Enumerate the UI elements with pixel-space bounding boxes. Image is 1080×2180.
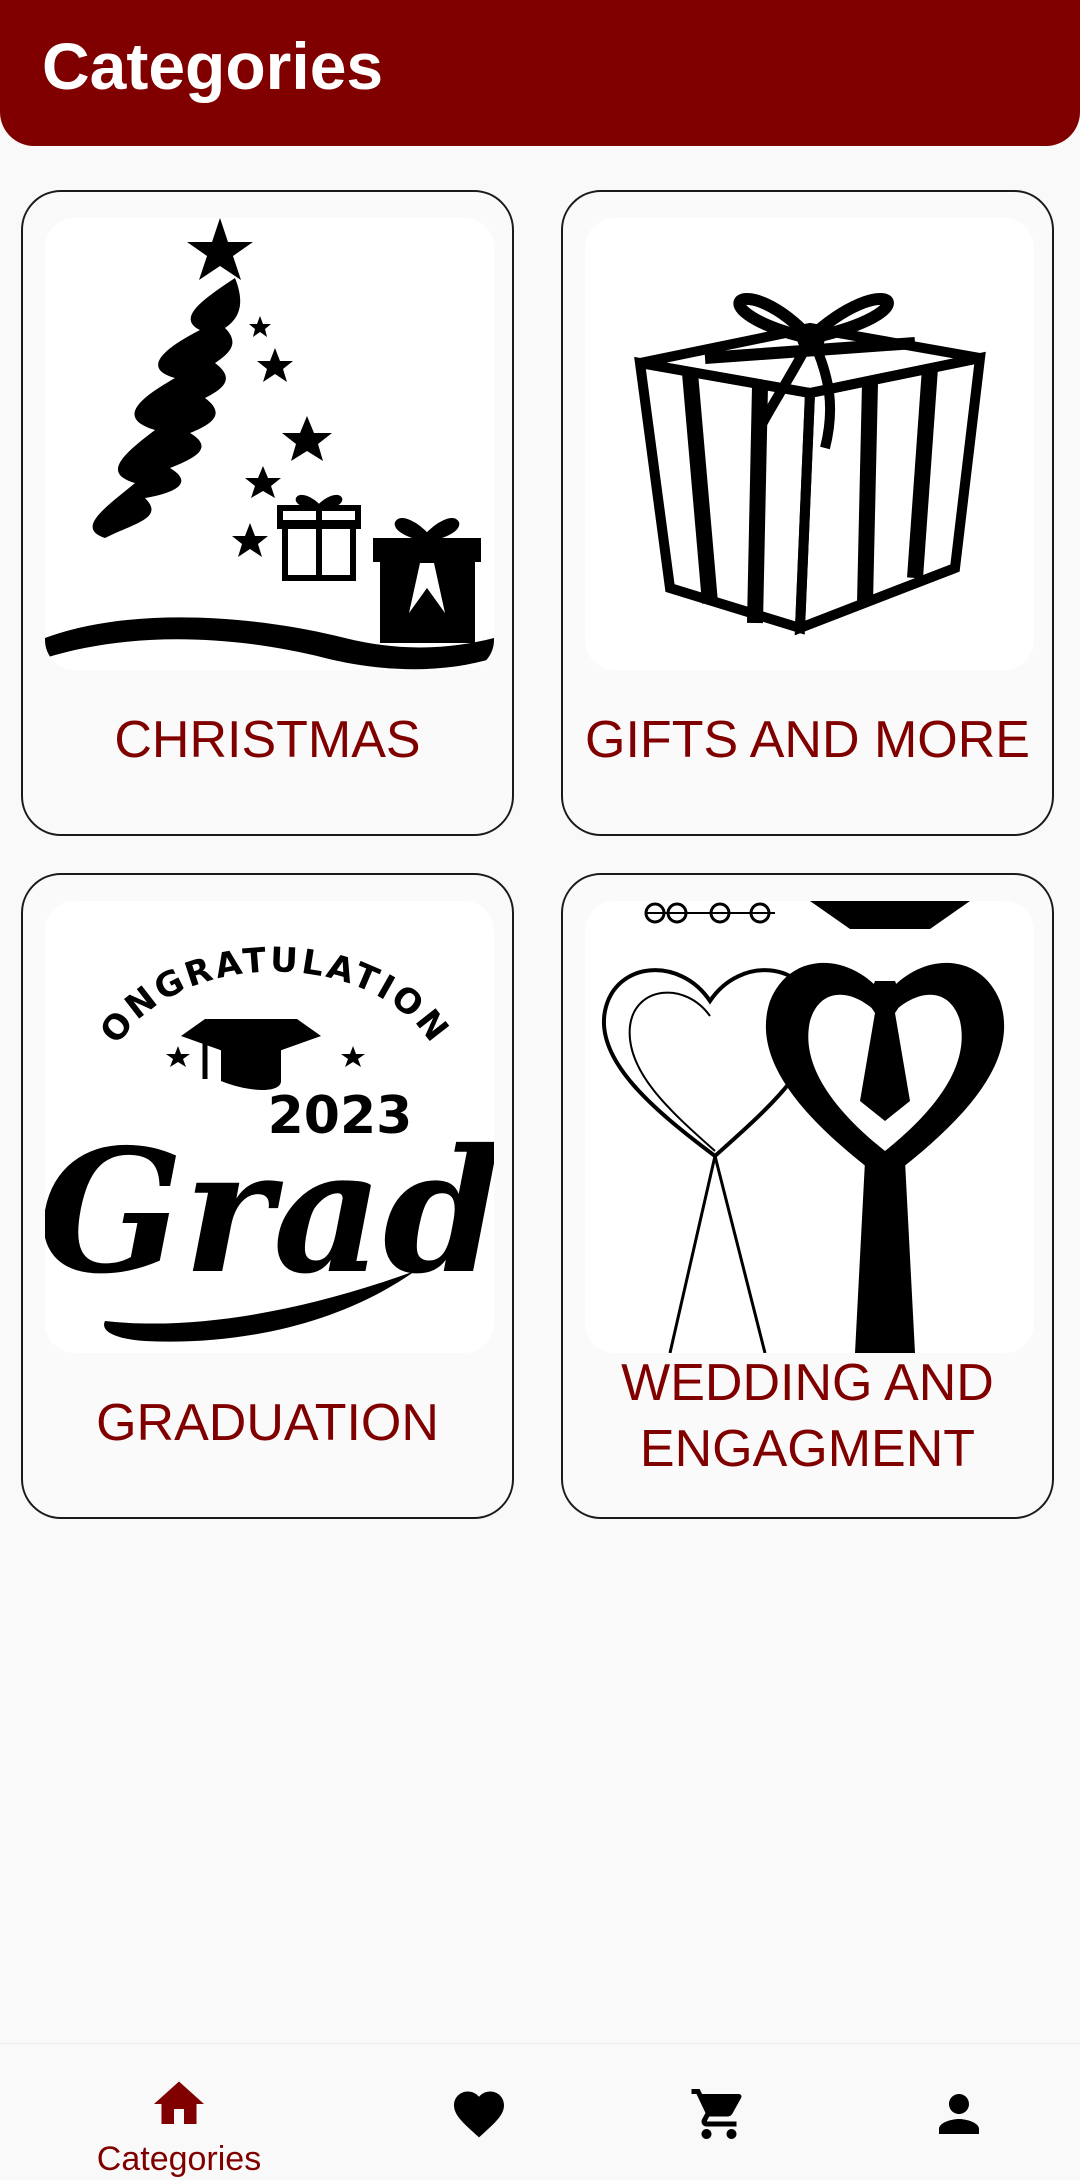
category-label-line2: ENGAGMENT xyxy=(639,1420,976,1478)
christmas-tree-icon xyxy=(45,218,494,670)
nav-item-profile[interactable] xyxy=(824,2044,1080,2180)
category-label: CHRISTMAS xyxy=(114,711,421,769)
bottom-navigation: Categories xyxy=(0,2043,1080,2180)
nav-item-categories[interactable]: Categories xyxy=(44,2044,314,2180)
app-bar: Categories xyxy=(0,0,1080,146)
page-title: Categories xyxy=(42,29,384,103)
grad-text: Grad xyxy=(45,1112,494,1312)
wedding-icon xyxy=(585,901,1034,1353)
graduation-icon: CONGRATULATIONS 2023 Grad xyxy=(45,901,494,1353)
gift-box-icon xyxy=(585,218,1034,670)
category-label-line1: WEDDING AND xyxy=(621,1354,994,1412)
category-label: GIFTS AND MORE xyxy=(585,711,1030,769)
nav-item-favorites[interactable] xyxy=(344,2044,614,2180)
cart-icon xyxy=(691,2089,742,2139)
home-icon xyxy=(154,2081,204,2124)
nav-label-categories: Categories xyxy=(96,2140,262,2178)
category-card-wedding-and-engagement[interactable]: WEDDING AND ENGAGMENT xyxy=(561,873,1054,1519)
category-card-christmas[interactable]: CHRISTMAS xyxy=(21,190,514,836)
category-card-gifts-and-more[interactable]: GIFTS AND MORE xyxy=(561,190,1054,836)
person-icon xyxy=(939,2094,979,2134)
category-label: GRADUATION xyxy=(96,1394,439,1452)
heart-icon xyxy=(454,2091,504,2138)
category-card-graduation[interactable]: CONGRATULATIONS 2023 Grad GRADUATION xyxy=(21,873,514,1519)
nav-item-cart[interactable] xyxy=(584,2044,854,2180)
